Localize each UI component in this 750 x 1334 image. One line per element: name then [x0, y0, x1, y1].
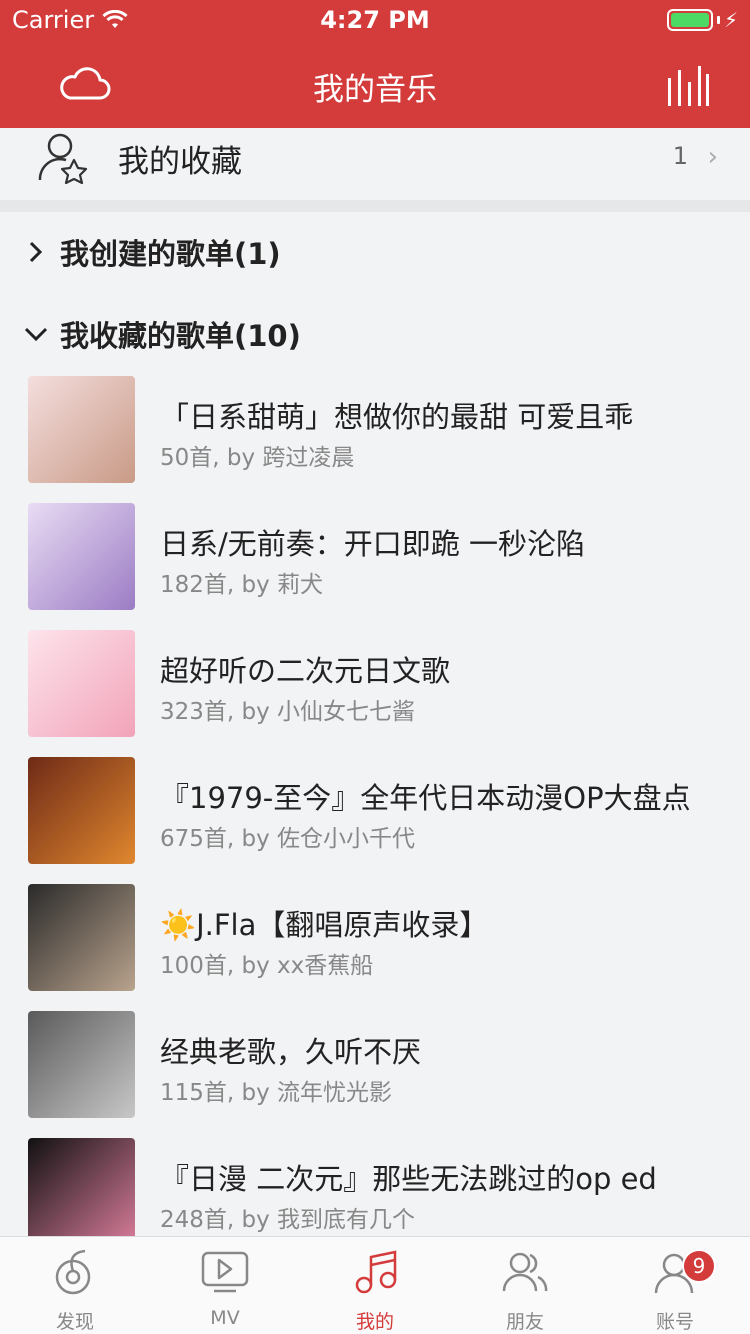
playlist-title: 日系/无前奏：开口即跪 一秒沦陷: [160, 527, 585, 561]
favorites-count: 1: [672, 142, 688, 170]
tab-bar: 发现 MV 我的 朋友 9 账号: [0, 1236, 750, 1334]
playlist-meta: 115首, by 流年忧光影: [160, 1080, 393, 1106]
tab-label: 发现: [55, 1311, 94, 1333]
playlist-item[interactable]: 超好听の二次元日文歌 323首, by 小仙女七七酱: [0, 630, 750, 738]
user-star-icon: [38, 133, 88, 184]
discover-icon: [55, 1249, 91, 1295]
playlist-title: 超好听の二次元日文歌: [160, 654, 451, 688]
chevron-down-icon: [24, 327, 48, 342]
tab-label: MV: [210, 1307, 240, 1329]
playlist-meta: 50首, by 跨过凌晨: [160, 445, 355, 471]
playlist-item[interactable]: 『日漫 二次元』那些无法跳过的op ed 248首, by 我到底有几个: [0, 1138, 750, 1246]
chevron-right-icon: [29, 241, 43, 263]
playlist-item[interactable]: ☀️J.Fla【翻唱原声收录】 100首, by xx香蕉船: [0, 884, 750, 992]
playlist-cover: [28, 376, 135, 483]
notification-badge: 9: [682, 1249, 716, 1283]
battery-indicator: ⚡: [666, 8, 738, 32]
created-playlists-label: 我创建的歌单(1): [60, 237, 281, 271]
tab-label: 朋友: [505, 1311, 544, 1333]
playlist-title: 『日漫 二次元』那些无法跳过的op ed: [160, 1162, 657, 1196]
collected-playlists-label: 我收藏的歌单(10): [60, 319, 301, 353]
playlist-cover: [28, 1138, 135, 1245]
now-playing-bars-icon[interactable]: [666, 64, 710, 108]
playlist-meta: 100首, by xx香蕉船: [160, 953, 374, 979]
my-favorites-row[interactable]: 我的收藏 1 ›: [0, 128, 750, 200]
tab-friends[interactable]: 朋友: [450, 1247, 600, 1334]
tab-my-music[interactable]: 我的: [300, 1247, 450, 1334]
playlist-cover: [28, 757, 135, 864]
collected-playlists-header[interactable]: 我收藏的歌单(10): [24, 310, 301, 358]
playlist-cover: [28, 630, 135, 737]
chevron-right-icon: ›: [707, 142, 718, 172]
playlist-item[interactable]: 日系/无前奏：开口即跪 一秒沦陷 182首, by 莉犬: [0, 503, 750, 611]
tab-label: 账号: [655, 1311, 694, 1333]
tab-account[interactable]: 9 账号: [600, 1247, 750, 1334]
playlist-meta: 675首, by 佐仓小小千代: [160, 826, 416, 852]
tab-discover[interactable]: 发现: [0, 1247, 150, 1334]
playlist-title: 『1979-至今』全年代日本动漫OP大盘点: [160, 781, 691, 815]
music-note-icon: [355, 1250, 397, 1294]
app-header: Carrier 4:27 PM ⚡ 我的音乐: [0, 0, 750, 128]
tab-label: 我的: [355, 1311, 394, 1333]
charging-bolt-icon: ⚡: [723, 8, 738, 32]
created-playlists-header[interactable]: 我创建的歌单(1): [24, 228, 281, 276]
playlist-item[interactable]: 「日系甜萌」想做你的最甜 可爱且乖 50首, by 跨过凌晨: [0, 376, 750, 484]
friends-icon: [502, 1252, 548, 1292]
status-bar: Carrier 4:27 PM ⚡: [0, 0, 750, 40]
my-favorites-label: 我的收藏: [118, 144, 242, 180]
mv-play-icon: [201, 1251, 249, 1293]
tab-mv[interactable]: MV: [150, 1247, 300, 1334]
playlist-title: 经典老歌，久听不厌: [160, 1035, 422, 1069]
playlist-item[interactable]: 经典老歌，久听不厌 115首, by 流年忧光影: [0, 1011, 750, 1119]
playlist-cover: [28, 1011, 135, 1118]
playlist-title: 「日系甜萌」想做你的最甜 可爱且乖: [160, 400, 634, 434]
playlist-meta: 323首, by 小仙女七七酱: [160, 699, 416, 725]
playlist-cover: [28, 884, 135, 991]
section-divider: [0, 200, 750, 212]
playlist-cover: [28, 503, 135, 610]
battery-icon: [666, 9, 713, 31]
page-title: 我的音乐: [313, 72, 437, 108]
playlist-title: ☀️J.Fla【翻唱原声收录】: [160, 908, 489, 942]
playlist-item[interactable]: 『1979-至今』全年代日本动漫OP大盘点 675首, by 佐仓小小千代: [0, 757, 750, 865]
playlist-meta: 248首, by 我到底有几个: [160, 1207, 416, 1233]
status-time: 4:27 PM: [320, 6, 430, 34]
navigation-bar: 我的音乐: [0, 40, 750, 128]
playlist-meta: 182首, by 莉犬: [160, 572, 324, 598]
